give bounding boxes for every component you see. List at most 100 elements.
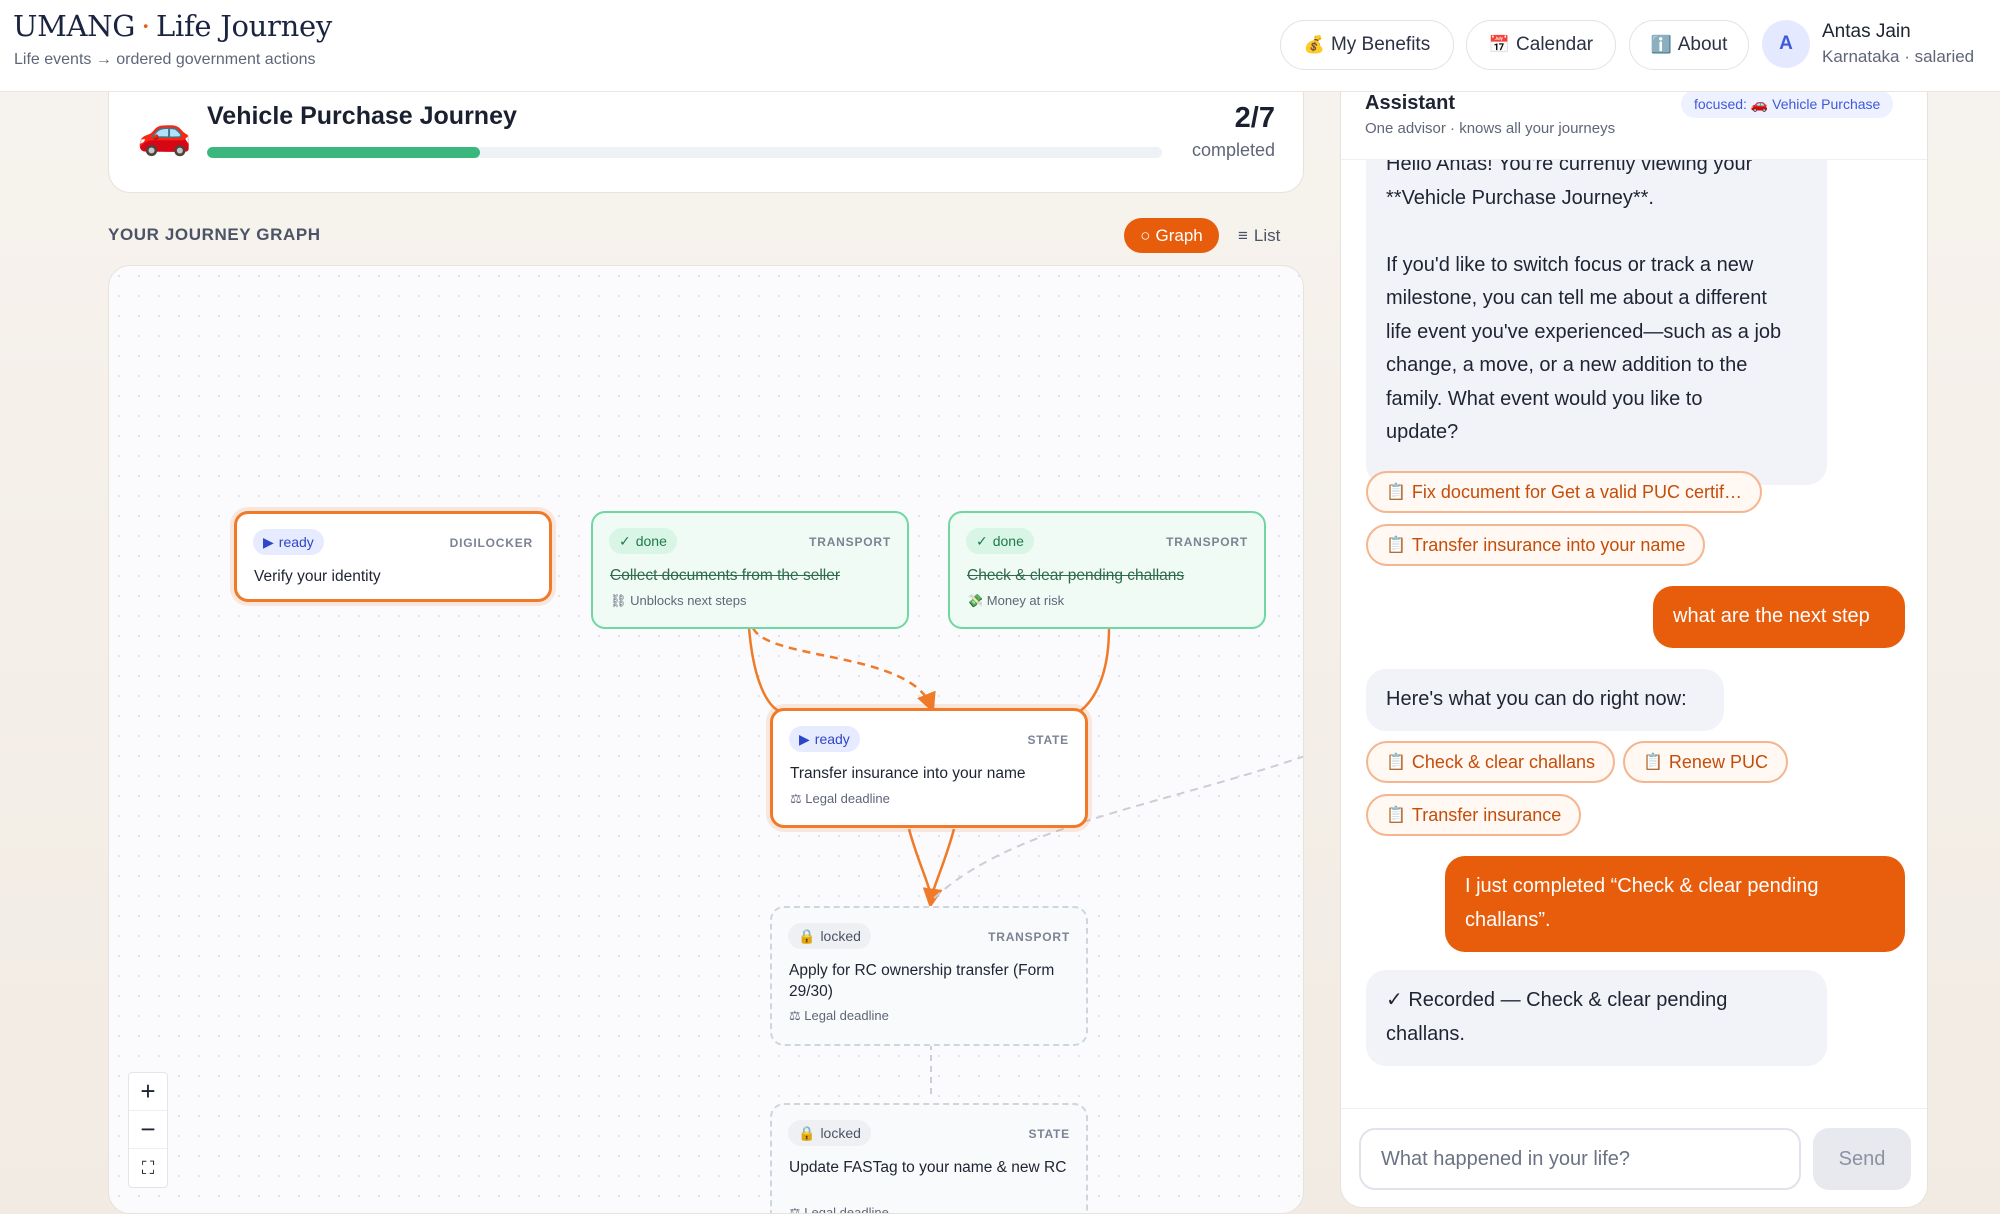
status-badge: 🔒 locked [788, 923, 871, 949]
status-badge: ▶ ready [789, 726, 860, 752]
chat-messages[interactable]: Hello Antas! You're currently viewing yo… [1341, 160, 1927, 1108]
list-icon: ≡ [1238, 225, 1248, 245]
node-tag: TRANSPORT [1166, 535, 1248, 549]
calendar-icon: 📅 [1488, 35, 1511, 54]
status-badge: 🔒 locked [788, 1120, 871, 1146]
assistant-message: Hello Antas! You're currently viewing yo… [1366, 160, 1827, 485]
status-badge: ✓ done [609, 528, 677, 554]
list-view-toggle[interactable]: ≡ List [1238, 218, 1298, 253]
node-update-fastag[interactable]: 🔒 locked STATE Update FASTag to your nam… [770, 1103, 1088, 1214]
about-button[interactable]: ℹ️ About [1629, 20, 1749, 70]
suggestion-chip[interactable]: 📋 Renew PUC [1623, 741, 1788, 783]
fit-view-button[interactable]: ⛶ [129, 1149, 167, 1187]
edge-collect-to-insurance [747, 627, 780, 713]
check-icon: ✓ [976, 532, 988, 549]
calendar-button[interactable]: 📅 Calendar [1466, 20, 1616, 70]
avatar[interactable]: A [1762, 20, 1810, 68]
graph-view-toggle[interactable]: ○ Graph [1124, 218, 1219, 253]
suggestion-chip[interactable]: 📋 Check & clear challans [1366, 741, 1616, 783]
message-line: I just completed “Check & clear pending [1465, 875, 1819, 897]
brand-title[interactable]: UMANG · Life Journey [13, 9, 332, 43]
assistant-panel: Assistant One advisor · knows all your j… [1340, 92, 1928, 1208]
edge-insurance-to-rc-2 [922, 828, 956, 909]
message-line: update? [1386, 421, 1459, 443]
node-tag: TRANSPORT [988, 930, 1070, 944]
node-hint: 💸 Money at risk [967, 593, 1065, 608]
edge-insurance-to-rc-1 [907, 828, 933, 902]
user-meta: Karnataka · salaried [1822, 47, 1975, 66]
node-transfer-insurance[interactable]: ▶ ready STATE Transfer insurance into yo… [770, 708, 1088, 828]
chip-label: Fix document for Get a valid PUC certif… [1411, 481, 1743, 502]
suggestion-chip[interactable]: 📋 Transfer insurance into your name [1366, 524, 1706, 566]
message-line: milestone, you can tell me about a diffe… [1386, 287, 1767, 309]
journey-graph-canvas[interactable]: ▶ ready DIGILOCKER Verify your identity … [108, 265, 1304, 1214]
lock-icon: 🔒 [798, 927, 816, 944]
assistant-header: Assistant One advisor · knows all your j… [1341, 92, 1927, 160]
clipboard-icon: 📋 [1386, 807, 1406, 824]
message-line: life event you've experienced—such as a … [1386, 320, 1782, 343]
node-hint: ⛓ Unblocks next steps [610, 593, 747, 608]
assistant-title: Assistant [1365, 92, 1456, 114]
check-icon: ✓ [619, 532, 631, 549]
chip-label: Transfer insurance [1411, 804, 1562, 825]
status-label: done [992, 533, 1024, 549]
brand-name: UMANG [13, 9, 136, 43]
about-label: About [1677, 34, 1728, 55]
message-line: challans. [1386, 1022, 1465, 1045]
node-title: Update FASTag to your name & new RC [789, 1159, 1067, 1176]
graph-edges [747, 627, 1303, 1098]
node-hint: ⚖ Legal deadline [789, 1008, 889, 1023]
journey-summary-card: 🚗 Vehicle Purchase Journey 2/7 completed [108, 92, 1304, 193]
suggestion-chip[interactable]: 📋 Fix document for Get a valid PUC certi… [1366, 471, 1763, 513]
status-label: ready [278, 534, 314, 550]
node-verify-identity[interactable]: ▶ ready DIGILOCKER Verify your identity [234, 511, 552, 602]
node-hint: ⚖ Legal deadline [789, 1205, 889, 1214]
assistant-message: Here's what you can do right now: [1366, 669, 1724, 731]
graph-circle-icon: ○ [1140, 225, 1151, 245]
chip-label: Transfer insurance into your name [1411, 534, 1686, 555]
node-tag: STATE [1028, 1127, 1070, 1141]
clipboard-icon: 📋 [1643, 754, 1663, 771]
node-clear-challans[interactable]: ✓ done TRANSPORT Check & clear pending c… [948, 511, 1266, 629]
play-icon: ▶ [799, 730, 810, 747]
chat-input[interactable] [1359, 1128, 1801, 1190]
send-button[interactable]: Send [1813, 1128, 1911, 1190]
my-benefits-button[interactable]: 💰 My Benefits [1280, 20, 1454, 70]
message-line: challans”. [1465, 908, 1551, 931]
progress-count: 2/7 [1234, 102, 1275, 134]
message-line: ✓ Recorded — Check & clear pending [1386, 989, 1728, 1011]
focus-pill[interactable]: focused: 🚗 Vehicle Purchase [1681, 92, 1894, 118]
lock-icon: 🔒 [798, 1124, 816, 1141]
status-label: locked [820, 928, 861, 944]
clipboard-icon: 📋 [1386, 754, 1406, 771]
journey-title: Vehicle Purchase Journey [207, 102, 517, 130]
node-collect-documents[interactable]: ✓ done TRANSPORT Collect documents from … [591, 511, 909, 629]
assistant-subtitle: One advisor · knows all your journeys [1365, 120, 1616, 137]
message-line: If you'd like to switch focus or track a… [1386, 253, 1754, 276]
calendar-label: Calendar [1516, 34, 1594, 55]
zoom-out-button[interactable]: − [129, 1111, 167, 1149]
graph-view-label: Graph [1155, 225, 1203, 245]
info-icon: ℹ️ [1650, 35, 1672, 54]
edge-collect-to-insurance-dashed [751, 627, 936, 713]
message-line: **Vehicle Purchase Journey**. [1386, 186, 1654, 209]
node-tag: STATE [1027, 733, 1069, 747]
product-name: Life Journey [156, 9, 332, 43]
node-title: Check & clear pending challans [967, 567, 1185, 584]
progress-label: completed [1191, 140, 1275, 160]
clipboard-icon: 📋 [1386, 537, 1406, 554]
node-hint: ⚖ Legal deadline [790, 791, 890, 806]
brand-subtitle: Life events → ordered government actions [14, 51, 316, 68]
app-header: UMANG · Life Journey Life events → ordered… [0, 0, 2000, 92]
status-badge: ▶ ready [253, 529, 324, 555]
user-name: Antas Jain [1822, 21, 1911, 42]
chat-composer: Send [1341, 1108, 1927, 1207]
message-line: change, a move, or a new addition to the [1386, 354, 1748, 376]
message-line: family. What event would you like to [1386, 387, 1703, 410]
zoom-in-button[interactable]: + [129, 1073, 167, 1111]
node-rc-transfer[interactable]: 🔒 locked TRANSPORT Apply for RC ownershi… [770, 906, 1088, 1046]
play-icon: ▶ [263, 533, 274, 550]
suggestion-chip[interactable]: 📋 Transfer insurance [1366, 794, 1582, 836]
status-label: done [635, 533, 667, 549]
node-title: Transfer insurance into your name [790, 765, 1026, 782]
